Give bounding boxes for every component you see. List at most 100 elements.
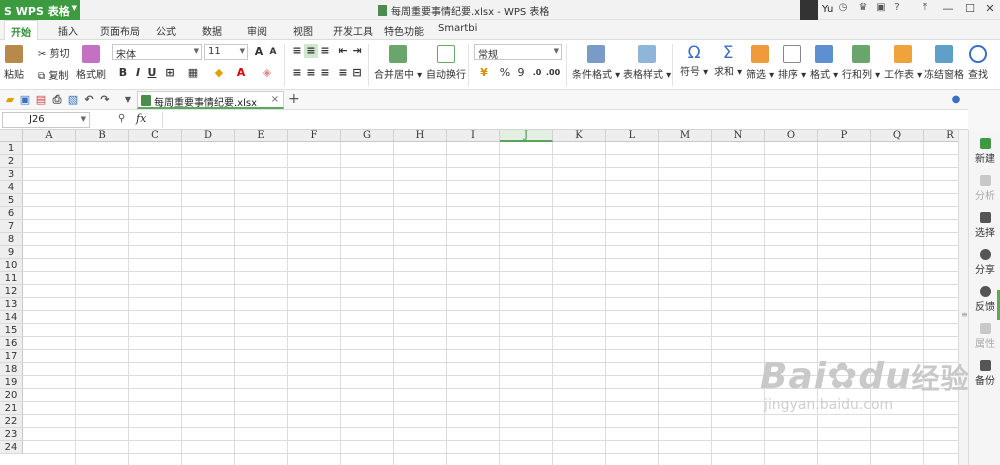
column-header[interactable]: H [394, 130, 447, 142]
row-header[interactable]: 18 [0, 363, 23, 376]
row-header[interactable]: 6 [0, 207, 23, 220]
tab-home[interactable]: 开始 [4, 20, 38, 41]
close-tab-button[interactable]: × [271, 94, 279, 105]
comma-button[interactable]: 9 [514, 66, 528, 80]
align-right-icon[interactable]: ≡ [318, 66, 332, 80]
column-header[interactable]: G [341, 130, 394, 142]
borders-icon[interactable]: ⊞ [163, 66, 177, 80]
row-header[interactable]: 15 [0, 324, 23, 337]
save-icon[interactable]: ▣ [18, 93, 32, 107]
italic-button[interactable]: I [131, 66, 145, 80]
redo-icon[interactable]: ↷ [98, 93, 112, 107]
row-header[interactable]: 5 [0, 194, 23, 207]
formula-input[interactable] [162, 112, 966, 128]
find-button[interactable]: 查找 [968, 45, 988, 81]
search-icon[interactable]: ⚲ [118, 113, 125, 124]
align-middle-icon[interactable]: ≡ [304, 44, 318, 58]
new-tab-button[interactable]: + [288, 91, 300, 107]
row-header[interactable]: 13 [0, 298, 23, 311]
scroll-grip-icon[interactable]: ≡ [961, 310, 968, 319]
row-header[interactable]: 4 [0, 181, 23, 194]
tab-special[interactable]: 特色功能 [384, 23, 424, 38]
row-header[interactable]: 7 [0, 220, 23, 233]
avatar[interactable] [800, 0, 818, 20]
column-header[interactable]: C [129, 130, 182, 142]
document-tab[interactable]: 每周重要事情纪要.xlsx × [137, 91, 284, 109]
row-header[interactable]: 24 [0, 441, 23, 454]
conditional-format-button[interactable]: 条件格式 ▾ [572, 45, 620, 81]
row-header[interactable]: 3 [0, 168, 23, 181]
minimize-button[interactable]: — [940, 2, 956, 18]
column-header[interactable]: P [818, 130, 871, 142]
row-header[interactable]: 17 [0, 350, 23, 363]
rows-columns-button[interactable]: 行和列 ▾ [842, 45, 880, 81]
row-header[interactable]: 19 [0, 376, 23, 389]
sum-button[interactable]: Σ 求和 ▾ [714, 43, 742, 78]
align-center-icon[interactable]: ≡ [304, 66, 318, 80]
name-box[interactable]: J26 ▼ [2, 112, 90, 128]
column-header[interactable]: L [606, 130, 659, 142]
tab-page-layout[interactable]: 页面布局 [100, 23, 140, 38]
spreadsheet-grid[interactable]: ABCDEFGHIJKLMNOPQR 1 2 3 4 5 6 7 8 9 10 11 12 13 14 15… [0, 130, 958, 465]
currency-icon[interactable]: ¥ [477, 66, 491, 80]
select-all-corner[interactable] [0, 130, 23, 142]
row-header[interactable]: 1 [0, 142, 23, 155]
align-top-icon[interactable]: ≡ [290, 44, 304, 58]
increase-decimal-icon[interactable]: .0 [530, 66, 544, 80]
row-header[interactable]: 11 [0, 272, 23, 285]
paste-button[interactable]: 粘贴 [4, 45, 24, 81]
panel-share[interactable]: 分享 [969, 249, 1000, 276]
column-header[interactable]: E [235, 130, 288, 142]
panel-backup[interactable]: 备份 [969, 360, 1000, 387]
merge-center-button[interactable]: 合并居中 ▾ [374, 45, 422, 81]
tab-formulas[interactable]: 公式 [156, 23, 176, 38]
column-header[interactable]: B [76, 130, 129, 142]
user-name[interactable]: Yu [822, 4, 833, 15]
align-bottom-icon[interactable]: ≡ [318, 44, 332, 58]
justify-icon[interactable]: ≡ [336, 66, 350, 80]
clear-format-icon[interactable]: ◈ [260, 66, 274, 80]
row-header[interactable]: 16 [0, 337, 23, 350]
column-header[interactable]: K [553, 130, 606, 142]
row-header[interactable]: 21 [0, 402, 23, 415]
tab-review[interactable]: 审阅 [247, 23, 267, 38]
freeze-panes-button[interactable]: 冻结窗格 [924, 45, 964, 81]
export-pdf-icon[interactable]: ▤ [34, 93, 48, 107]
font-size-select[interactable]: 11 ▼ [204, 44, 248, 60]
font-color-icon[interactable]: A [234, 66, 248, 80]
panel-new[interactable]: 新建 [969, 138, 1000, 165]
row-header[interactable]: 8 [0, 233, 23, 246]
column-header[interactable]: I [447, 130, 500, 142]
copy-button[interactable]: ⧉ 复制 [38, 67, 68, 83]
fill-color-icon[interactable]: ◆ [212, 66, 226, 80]
panel-properties[interactable]: 属性 [969, 323, 1000, 350]
worksheet-button[interactable]: 工作表 ▾ [884, 45, 922, 81]
filter-button[interactable]: 筛选 ▾ [746, 45, 774, 81]
cell-style-icon[interactable]: ▦ [186, 66, 200, 80]
column-header[interactable]: O [765, 130, 818, 142]
font-shrink-icon[interactable]: A [266, 45, 280, 59]
percent-button[interactable]: % [498, 66, 512, 80]
panel-analysis[interactable]: 分析 [969, 175, 1000, 202]
distribute-icon[interactable]: ⊟ [350, 66, 364, 80]
undo-icon[interactable]: ↶ [82, 93, 96, 107]
column-header[interactable]: R [924, 130, 958, 142]
font-grow-icon[interactable]: A [252, 45, 266, 59]
underline-button[interactable]: U [145, 66, 159, 80]
column-header[interactable]: M [659, 130, 712, 142]
indent-increase-icon[interactable]: ⇥ [350, 44, 364, 58]
tab-smartbi[interactable]: Smartbi [438, 23, 477, 34]
row-header[interactable]: 2 [0, 155, 23, 168]
clock-icon[interactable]: ◷ [836, 2, 850, 16]
align-left-icon[interactable]: ≡ [290, 66, 304, 80]
column-header[interactable]: D [182, 130, 235, 142]
column-header[interactable]: F [288, 130, 341, 142]
maximize-button[interactable]: ☐ [962, 2, 978, 18]
close-button[interactable]: ✕ [982, 2, 998, 18]
indent-decrease-icon[interactable]: ⇤ [336, 44, 350, 58]
panel-select[interactable]: 选择 [969, 212, 1000, 239]
panel-feedback[interactable]: 反馈 [969, 286, 1000, 313]
number-format-select[interactable]: 常规 ▼ [474, 44, 562, 61]
row-header[interactable]: 12 [0, 285, 23, 298]
print-icon[interactable]: ⎙ [50, 93, 64, 107]
